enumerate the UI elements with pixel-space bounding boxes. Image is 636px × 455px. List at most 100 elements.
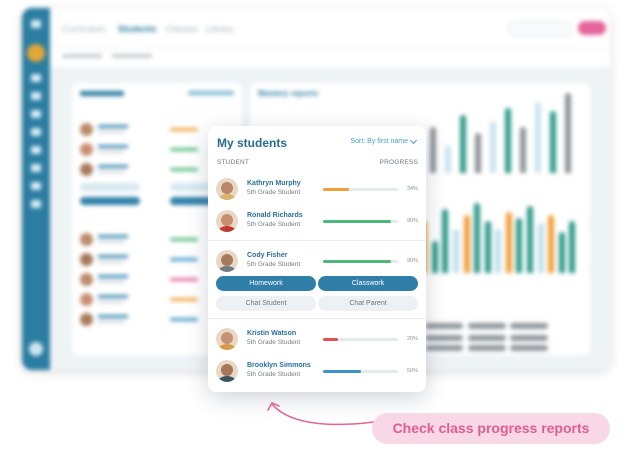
background-bar <box>484 220 491 273</box>
student-grade: 5th Grade Student <box>247 221 301 228</box>
card-title: My students <box>217 136 288 150</box>
student-row[interactable]: Cody Fisher 5th Grade Student 90% <box>208 248 426 276</box>
avatar-body <box>218 376 236 382</box>
breadcrumb <box>50 48 610 67</box>
background-bar <box>463 214 470 273</box>
progress-percent: 50% <box>406 368 418 374</box>
rail-icon <box>31 74 41 82</box>
nav-library: Library <box>206 24 234 34</box>
student-avatar <box>216 360 238 382</box>
rail-icon <box>31 92 41 100</box>
student-grade: 5th Grade Student <box>247 261 301 268</box>
rail-icon <box>31 182 41 190</box>
student-name: Ronald Richards <box>247 212 303 219</box>
background-bar <box>550 111 556 173</box>
avatar-head <box>221 364 233 376</box>
progress-fill <box>323 188 349 191</box>
student-grade: 5th Grade Student <box>247 339 301 346</box>
student-avatar <box>216 328 238 350</box>
background-bar <box>565 93 571 173</box>
background-bar <box>516 217 523 273</box>
background-bar <box>460 114 466 173</box>
background-bar <box>520 126 526 173</box>
progress-fill <box>323 220 391 223</box>
background-bar <box>490 120 496 173</box>
rail-icon <box>31 128 41 136</box>
menu-icon <box>31 20 41 28</box>
side-rail <box>22 8 50 370</box>
homework-button[interactable]: Homework <box>216 276 316 291</box>
row-divider <box>208 240 426 241</box>
student-name: Cody Fisher <box>247 252 288 259</box>
progress-bar <box>323 188 398 191</box>
background-bar <box>537 223 544 273</box>
progress-bar <box>323 260 398 263</box>
sort-dropdown[interactable]: Sort: By first name <box>350 136 418 145</box>
sort-label: Sort: By first name <box>350 138 408 145</box>
background-bar <box>505 211 512 273</box>
mastery-title: Mastery reports <box>258 89 319 98</box>
mastery-bar-group <box>400 203 580 273</box>
progress-fill <box>323 370 361 373</box>
avatar-body <box>218 226 236 232</box>
rail-icon <box>31 200 41 208</box>
progress-fill <box>323 338 338 341</box>
avatar-head <box>221 182 233 194</box>
progress-bar <box>323 220 398 223</box>
chevron-down-icon <box>409 136 418 144</box>
background-bar <box>475 133 481 173</box>
background-bar <box>535 102 541 173</box>
student-name: Kristin Watson <box>247 330 297 337</box>
background-bar <box>452 229 459 273</box>
chat-parent-button[interactable]: Chat Parent <box>318 296 418 311</box>
avatar-body <box>218 194 236 200</box>
rail-icon <box>31 146 41 154</box>
student-avatar <box>216 210 238 232</box>
progress-percent: 20% <box>406 336 418 342</box>
column-header-student: STUDENT <box>217 159 250 166</box>
student-name: Brooklyn Simmons <box>247 362 311 369</box>
background-bar <box>442 208 449 273</box>
nav-students: Students <box>118 24 157 34</box>
student-row[interactable]: Kathryn Murphy 5th Grade Student 34% <box>208 176 426 204</box>
student-row[interactable]: Ronald Richards 5th Grade Student 90% <box>208 208 426 236</box>
student-avatar <box>216 250 238 272</box>
student-row[interactable]: Brooklyn Simmons 5th Grade Student 50% <box>208 358 426 386</box>
avatar-head <box>221 332 233 344</box>
background-bar <box>445 145 451 173</box>
background-bar <box>569 220 576 273</box>
background-bar <box>495 229 502 273</box>
avatar-body <box>218 344 236 350</box>
rail-icon <box>31 110 41 118</box>
progress-fill <box>323 260 391 263</box>
column-header-progress: PROGRESS <box>379 159 418 166</box>
student-avatar <box>216 178 238 200</box>
rail-icon <box>31 164 41 172</box>
progress-percent: 90% <box>406 218 418 224</box>
avatar-head <box>221 254 233 266</box>
student-row[interactable]: Kristin Watson 5th Grade Student 20% <box>208 326 426 354</box>
student-name: Kathryn Murphy <box>247 180 301 187</box>
progress-percent: 90% <box>406 258 418 264</box>
classwork-button[interactable]: Classwork <box>318 276 418 291</box>
avatar-body <box>218 266 236 272</box>
top-bar: Curriculum Students Classes Library <box>50 8 610 48</box>
nav-classes: Classes <box>166 24 199 34</box>
my-students-card: My students Sort: By first name STUDENT … <box>208 126 426 392</box>
curved-arrow-icon <box>267 402 375 426</box>
mastery-bar-group <box>400 93 580 173</box>
nav-curriculum: Curriculum <box>62 24 106 34</box>
background-bar <box>527 205 534 273</box>
progress-percent: 34% <box>406 186 418 192</box>
upgrade-pill <box>578 21 606 35</box>
student-grade: 5th Grade Student <box>247 371 301 378</box>
chat-student-button[interactable]: Chat Student <box>216 296 316 311</box>
search-input <box>508 21 572 37</box>
rail-avatar <box>27 44 45 62</box>
background-bar <box>431 240 438 273</box>
background-bar <box>474 203 481 273</box>
background-bar <box>558 232 565 273</box>
row-divider <box>208 318 426 319</box>
avatar-head <box>221 214 233 226</box>
rail-settings-icon <box>29 342 43 356</box>
